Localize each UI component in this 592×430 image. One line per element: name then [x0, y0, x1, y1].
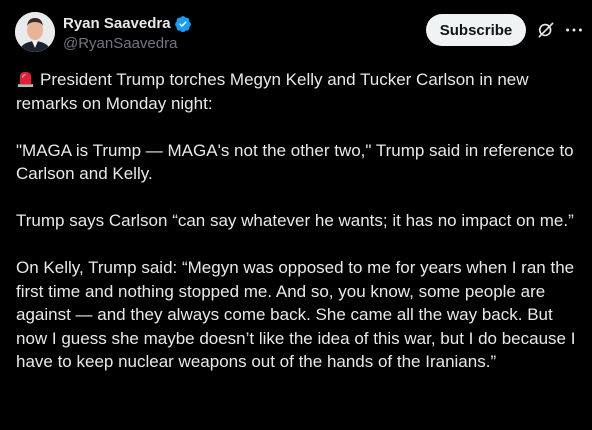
avatar[interactable] [15, 12, 55, 52]
paragraph-text: President Trump torches Megyn Kelly and … [16, 70, 529, 113]
display-name[interactable]: Ryan Saavedra [63, 15, 171, 33]
grok-icon[interactable] [536, 20, 556, 40]
tweet-paragraph: President Trump torches Megyn Kelly and … [16, 68, 582, 115]
user-handle[interactable]: @RyanSaavedra [63, 34, 192, 54]
more-icon[interactable] [563, 19, 585, 41]
verified-badge-icon [174, 16, 191, 33]
tweet-text: President Trump torches Megyn Kelly and … [16, 68, 582, 397]
tweet-paragraph: Trump says Carlson “can say whatever he … [16, 211, 574, 230]
tweet-header: Ryan Saavedra @RyanSaavedra Subscribe [15, 12, 592, 56]
tweet-paragraph: "MAGA is Trump — MAGA's not the other tw… [16, 140, 574, 184]
siren-icon [17, 71, 34, 88]
tweet-paragraph: On Kelly, Trump said: “Megyn was opposed… [16, 258, 576, 371]
subscribe-button[interactable]: Subscribe [426, 14, 526, 46]
